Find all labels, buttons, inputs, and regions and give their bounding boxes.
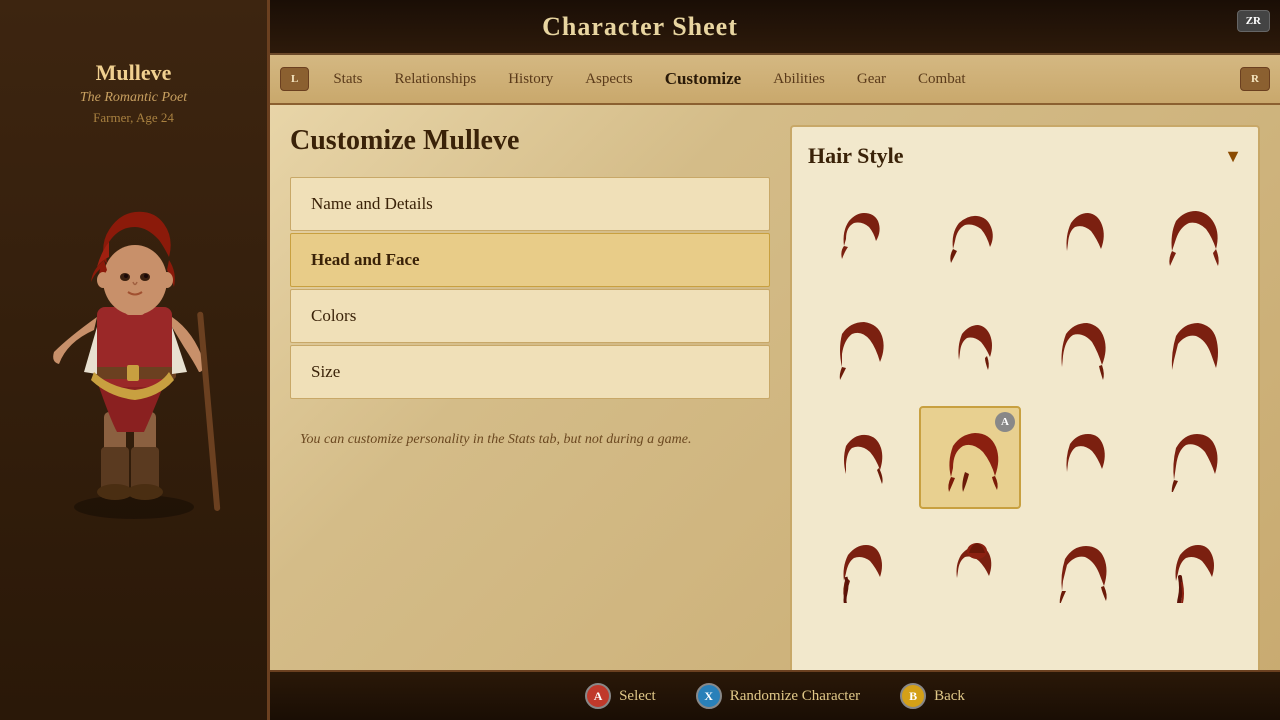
hair-style-9[interactable]	[808, 406, 911, 509]
menu-item-head-face[interactable]: Head and Face	[290, 233, 770, 287]
hair-style-1[interactable]	[808, 185, 911, 288]
left-panel: Customize Mulleve Name and Details Head …	[290, 125, 770, 700]
action-select: A Select	[585, 683, 656, 709]
main-content: Customize Mulleve Name and Details Head …	[270, 105, 1280, 720]
btn-b-icon: B	[900, 683, 926, 709]
nav-bar: L Stats Relationships History Aspects Cu…	[270, 55, 1280, 105]
action-select-label: Select	[619, 688, 656, 705]
action-randomize: X Randomize Character	[696, 683, 860, 709]
note-text: You can customize personality in the Sta…	[290, 429, 770, 451]
a-badge: A	[995, 412, 1015, 432]
btn-a-icon: A	[585, 683, 611, 709]
tab-combat[interactable]: Combat	[902, 63, 982, 96]
action-randomize-label: Randomize Character	[730, 688, 860, 705]
dropdown-arrow-icon[interactable]: ▼	[1224, 146, 1242, 167]
tab-customize[interactable]: Customize	[649, 61, 757, 97]
tab-stats[interactable]: Stats	[317, 63, 378, 96]
tab-abilities[interactable]: Abilities	[757, 63, 841, 96]
tab-gear[interactable]: Gear	[841, 63, 902, 96]
btn-x-icon: X	[696, 683, 722, 709]
hair-style-11[interactable]	[1029, 406, 1132, 509]
tab-relationships[interactable]: Relationships	[379, 63, 493, 96]
hair-style-14[interactable]	[919, 517, 1022, 620]
hair-style-12[interactable]	[1140, 406, 1243, 509]
hair-style-4[interactable]	[1140, 185, 1243, 288]
hair-style-8[interactable]	[1140, 296, 1243, 399]
hair-style-13[interactable]	[808, 517, 911, 620]
hair-style-10[interactable]: A	[919, 406, 1022, 509]
hair-grid: A	[808, 185, 1242, 619]
hair-style-3[interactable]	[1029, 185, 1132, 288]
tab-aspects[interactable]: Aspects	[569, 63, 649, 96]
character-illustration	[29, 152, 239, 522]
hair-style-7[interactable]	[1029, 296, 1132, 399]
menu-item-colors[interactable]: Colors	[290, 289, 770, 343]
page-title: Character Sheet	[542, 12, 738, 42]
menu-item-size[interactable]: Size	[290, 345, 770, 399]
bottom-bar: A Select X Randomize Character B Back	[270, 670, 1280, 720]
character-details: Farmer, Age 24	[93, 110, 174, 126]
action-back-label: Back	[934, 688, 965, 705]
btn-l-nav[interactable]: L	[280, 67, 309, 91]
hair-style-header: Hair Style ▼	[808, 143, 1242, 169]
tab-history[interactable]: History	[492, 63, 569, 96]
btn-r-nav[interactable]: R	[1240, 67, 1270, 91]
action-back: B Back	[900, 683, 965, 709]
character-name: Mulleve	[96, 60, 172, 86]
hair-style-16[interactable]	[1140, 517, 1243, 620]
menu-item-name-details[interactable]: Name and Details	[290, 177, 770, 231]
right-panel: Hair Style ▼	[790, 125, 1260, 700]
character-sidebar: Mulleve The Romantic Poet Farmer, Age 24	[0, 0, 270, 720]
hair-style-6[interactable]	[919, 296, 1022, 399]
hair-style-title: Hair Style	[808, 143, 904, 169]
hair-style-2[interactable]	[919, 185, 1022, 288]
panel-heading: Customize Mulleve	[290, 125, 770, 157]
hair-style-15[interactable]	[1029, 517, 1132, 620]
btn-zr[interactable]: ZR	[1237, 10, 1270, 32]
character-portrait	[29, 142, 239, 522]
character-subtitle: The Romantic Poet	[80, 90, 187, 106]
hair-style-5[interactable]	[808, 296, 911, 399]
